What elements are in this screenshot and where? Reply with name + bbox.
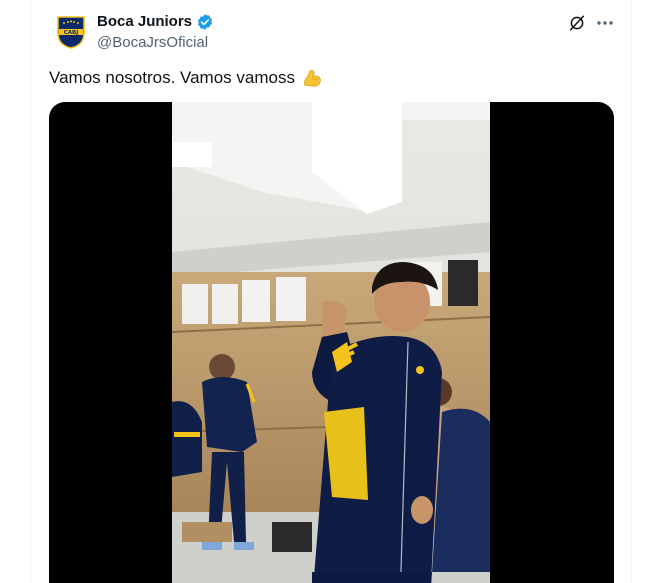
- avatar-crest-text: CABJ: [64, 30, 79, 36]
- video-frame: [172, 102, 490, 583]
- avatar[interactable]: CABJ: [51, 12, 91, 52]
- tweet-text: Vamos nosotros. Vamos vamoss: [49, 66, 323, 90]
- more-options-icon[interactable]: [593, 12, 617, 34]
- video-thumbnail-icon: [172, 102, 490, 583]
- tweet-body: Vamos nosotros. Vamos vamoss: [49, 68, 295, 87]
- tweet-video[interactable]: [49, 102, 614, 583]
- author-name-row: Boca Juniors: [97, 12, 214, 32]
- flexed-biceps-emoji-icon: [301, 67, 323, 89]
- author-display-name[interactable]: Boca Juniors: [97, 12, 192, 32]
- author-handle[interactable]: @BocaJrsOficial: [97, 33, 208, 53]
- boca-crest-icon: CABJ: [57, 16, 85, 49]
- grok-icon[interactable]: [566, 12, 588, 34]
- tweet-card: CABJ Boca Juniors @BocaJrsOficial Vamos …: [30, 0, 632, 583]
- verified-badge-icon: [196, 13, 214, 31]
